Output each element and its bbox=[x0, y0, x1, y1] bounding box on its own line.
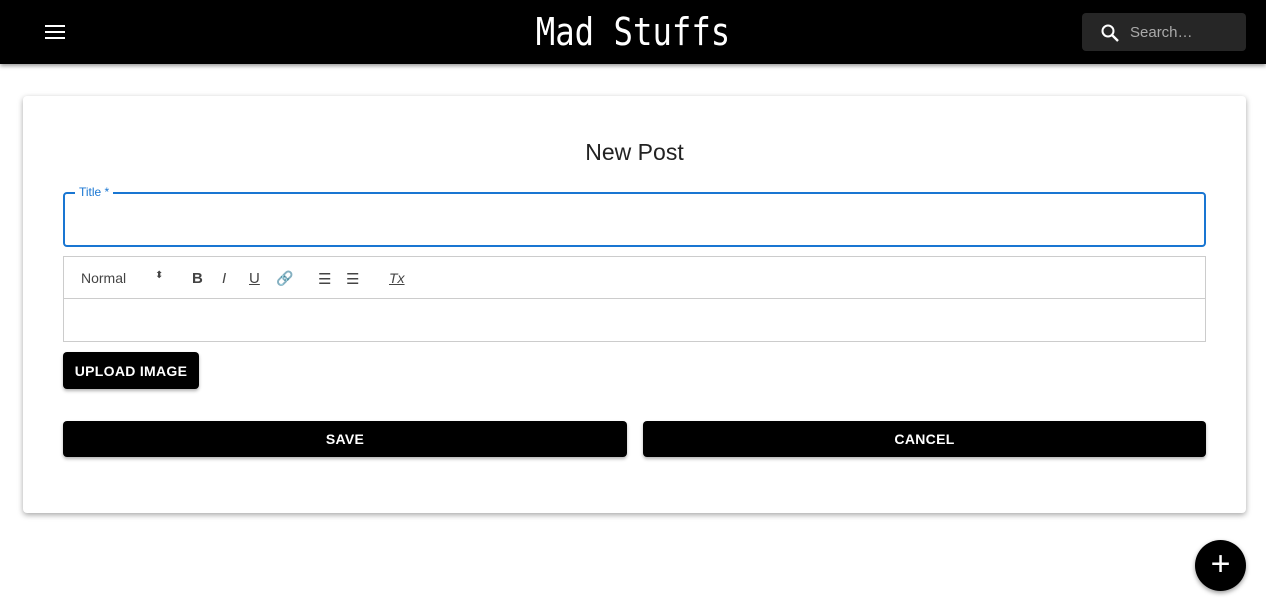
title-input[interactable] bbox=[65, 194, 1204, 245]
title-field[interactable]: Title * bbox=[63, 185, 1206, 247]
rich-text-editor: Normal ⬍ B I U 🔗 ☰ ☰ Tx bbox=[63, 256, 1206, 342]
search-icon bbox=[1101, 24, 1119, 42]
select-arrows-icon: ⬍ bbox=[155, 270, 164, 281]
format-select-value: Normal bbox=[81, 270, 127, 286]
ordered-list-icon[interactable]: ☰ bbox=[318, 270, 331, 288]
link-icon[interactable]: 🔗 bbox=[276, 270, 293, 287]
add-fab-button[interactable]: + bbox=[1195, 540, 1246, 591]
bold-icon[interactable]: B bbox=[192, 270, 203, 287]
upload-image-button[interactable]: UPLOAD IMAGE bbox=[63, 352, 199, 389]
search-box[interactable] bbox=[1082, 13, 1246, 51]
format-select[interactable]: Normal ⬍ bbox=[81, 270, 163, 286]
editor-content[interactable] bbox=[64, 299, 1205, 341]
title-label: Title * bbox=[75, 185, 114, 199]
page-title: New Post bbox=[585, 139, 684, 165]
search-input[interactable] bbox=[1130, 21, 1240, 43]
app-bar: Mad Stuffs bbox=[0, 0, 1266, 64]
save-button[interactable]: SAVE bbox=[63, 421, 627, 457]
cancel-button[interactable]: CANCEL bbox=[643, 421, 1206, 457]
clear-format-icon[interactable]: Tx bbox=[389, 270, 405, 286]
brand-title: Mad Stuffs bbox=[535, 10, 731, 54]
italic-icon[interactable]: I bbox=[222, 270, 226, 287]
underline-icon[interactable]: U bbox=[249, 270, 260, 287]
menu-icon[interactable] bbox=[45, 25, 65, 39]
new-post-card: New Post Title * Normal ⬍ B I U 🔗 ☰ ☰ Tx … bbox=[23, 96, 1246, 513]
bullet-list-icon[interactable]: ☰ bbox=[346, 270, 359, 288]
editor-toolbar: Normal ⬍ B I U 🔗 ☰ ☰ Tx bbox=[64, 257, 1205, 299]
